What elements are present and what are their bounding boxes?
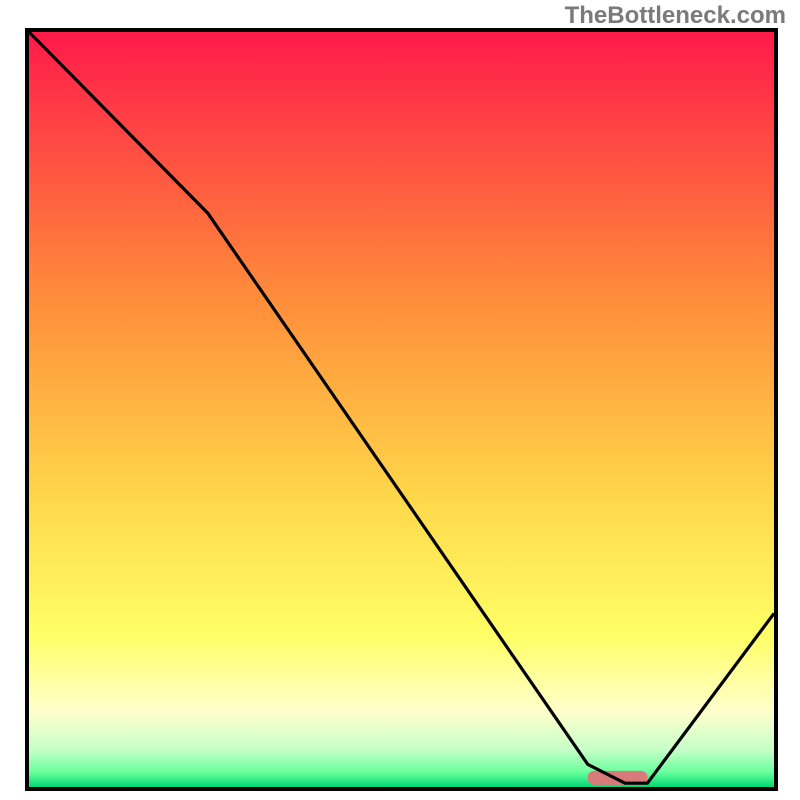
- chart-frame: [25, 28, 778, 791]
- chart-svg: [29, 32, 774, 787]
- watermark-text: TheBottleneck.com: [565, 2, 786, 30]
- chart-container: TheBottleneck.com: [0, 0, 800, 800]
